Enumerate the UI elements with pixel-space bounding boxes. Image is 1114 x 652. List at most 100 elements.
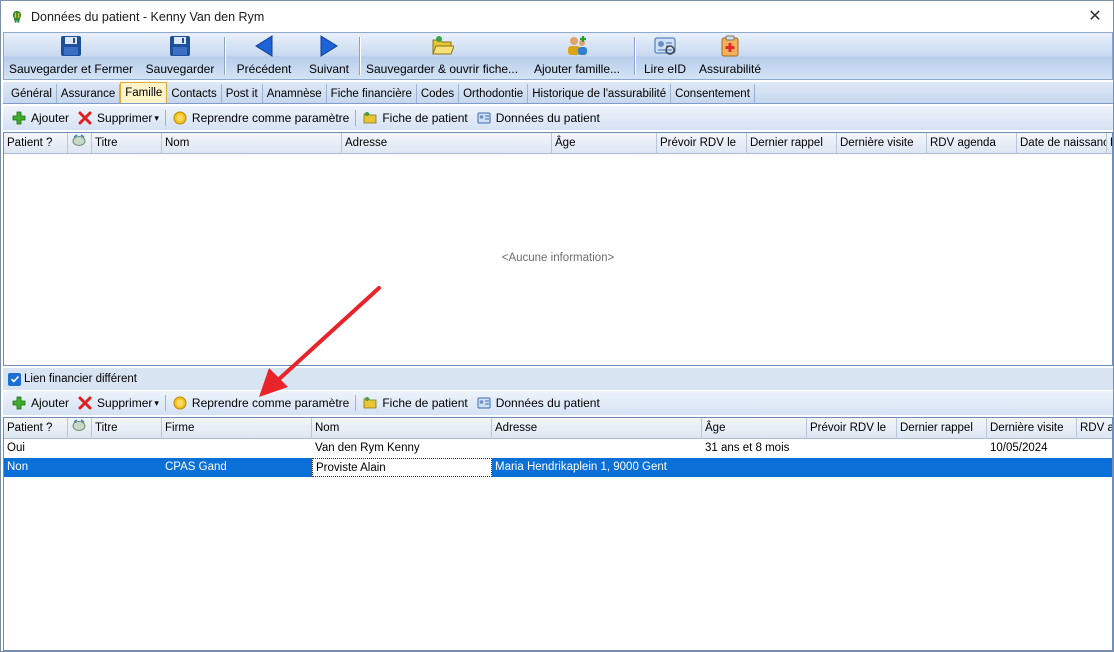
add-button[interactable]: Ajouter bbox=[7, 110, 73, 126]
cell-address: Maria Hendrikaplein 1, 9000 Gent bbox=[495, 461, 667, 473]
plus-icon bbox=[11, 395, 27, 411]
col-address[interactable]: Adresse bbox=[492, 418, 702, 439]
col-f[interactable]: F bbox=[1107, 133, 1112, 154]
delete-button[interactable]: Supprimer ▾ bbox=[73, 110, 163, 126]
tab-historique-assurabilite[interactable]: Historique de l'assurabilité bbox=[528, 84, 672, 103]
save-label: Sauvegarder bbox=[145, 62, 215, 76]
col-title[interactable]: Titre bbox=[92, 133, 162, 154]
save-open-file-button[interactable]: Sauvegarder & ouvrir fiche... bbox=[362, 33, 522, 79]
patient-file-label: Fiche de patient bbox=[382, 111, 468, 125]
table-row-selected[interactable]: Non CPAS Gand Proviste Alain Maria Hendr… bbox=[4, 458, 1112, 477]
insurability-button[interactable]: Assurabilité bbox=[693, 33, 767, 79]
actions-separator bbox=[164, 395, 166, 411]
arrow-left-icon bbox=[251, 33, 277, 58]
patient-data-label: Données du patient bbox=[495, 111, 600, 125]
col-age[interactable]: Âge bbox=[552, 133, 657, 154]
delete-button[interactable]: Supprimer ▾ bbox=[73, 395, 163, 411]
folder-icon bbox=[362, 395, 378, 411]
previous-button[interactable]: Précédent bbox=[227, 33, 301, 79]
family-grid[interactable]: Patient ? Titre Nom Adresse Âge Prévoir … bbox=[3, 132, 1113, 366]
financial-link-label[interactable]: Lien financier différent bbox=[24, 373, 137, 385]
main-toolbar: Sauvegarder et Fermer Sauvegarder Précéd… bbox=[3, 32, 1113, 80]
reuse-as-parameter-button[interactable]: Reprendre comme paramètre bbox=[168, 110, 353, 126]
close-icon: ✕ bbox=[1088, 8, 1102, 25]
col-agenda-appointment[interactable]: RDV agenda bbox=[927, 133, 1017, 154]
reuse-as-parameter-button[interactable]: Reprendre comme paramètre bbox=[168, 395, 353, 411]
col-last-visit[interactable]: Dernière visite bbox=[987, 418, 1077, 439]
col-recall-icon[interactable] bbox=[68, 418, 92, 439]
next-button[interactable]: Suivant bbox=[301, 33, 357, 79]
col-company[interactable]: Firme bbox=[162, 418, 312, 439]
toolbar-separator bbox=[634, 37, 635, 75]
save-icon bbox=[167, 33, 193, 58]
tab-strip: Général Assurance Famille Contacts Post … bbox=[3, 82, 1113, 104]
add-family-button[interactable]: Ajouter famille... bbox=[522, 33, 632, 79]
reuse-label: Reprendre comme paramètre bbox=[191, 396, 350, 410]
window-title: Données du patient - Kenny Van den Rym bbox=[31, 9, 265, 24]
tab-fiche-financiere[interactable]: Fiche financière bbox=[327, 84, 417, 103]
col-patient[interactable]: Patient ? bbox=[4, 418, 68, 439]
recall-icon bbox=[72, 134, 86, 146]
eid-card-icon bbox=[652, 33, 678, 58]
delete-x-icon bbox=[77, 395, 93, 411]
col-name[interactable]: Nom bbox=[162, 133, 342, 154]
folder-icon bbox=[362, 110, 378, 126]
col-age[interactable]: Âge bbox=[702, 418, 807, 439]
patient-data-button[interactable]: Données du patient bbox=[472, 395, 604, 411]
cell-company: CPAS Gand bbox=[165, 461, 227, 473]
save-and-close-button[interactable]: Sauvegarder et Fermer bbox=[4, 33, 138, 79]
cell-name[interactable]: Proviste Alain bbox=[312, 458, 492, 477]
family-grid-header: Patient ? Titre Nom Adresse Âge Prévoir … bbox=[4, 133, 1112, 154]
tab-anamnese[interactable]: Anamnèse bbox=[263, 84, 327, 103]
coin-icon bbox=[172, 395, 188, 411]
close-button[interactable]: ✕ bbox=[1085, 6, 1105, 26]
tab-orthodontie[interactable]: Orthodontie bbox=[459, 84, 529, 103]
actions-separator bbox=[355, 110, 357, 126]
read-eid-button[interactable]: Lire eID bbox=[637, 33, 693, 79]
financial-grid-header: Patient ? Titre Firme Nom Adresse Âge Pr… bbox=[4, 418, 1112, 439]
previous-label: Précédent bbox=[236, 62, 292, 76]
col-last-recall[interactable]: Dernier rappel bbox=[897, 418, 987, 439]
patient-data-button[interactable]: Données du patient bbox=[472, 110, 604, 126]
checkmark-icon bbox=[10, 375, 19, 383]
cell-name: Van den Rym Kenny bbox=[315, 442, 420, 454]
add-family-icon bbox=[564, 33, 590, 58]
medical-kit-icon bbox=[717, 33, 743, 58]
col-patient[interactable]: Patient ? bbox=[4, 133, 68, 154]
delete-label: Supprimer bbox=[97, 111, 153, 125]
col-plan-appointment[interactable]: Prévoir RDV le bbox=[657, 133, 747, 154]
coin-icon bbox=[172, 110, 188, 126]
financial-grid[interactable]: Patient ? Titre Firme Nom Adresse Âge Pr… bbox=[3, 417, 1113, 651]
col-last-recall[interactable]: Dernier rappel bbox=[747, 133, 837, 154]
chevron-down-icon: ▾ bbox=[154, 112, 159, 123]
patient-file-button[interactable]: Fiche de patient bbox=[358, 395, 471, 411]
recall-icon bbox=[72, 419, 86, 431]
patient-data-window: Données du patient - Kenny Van den Rym ✕… bbox=[0, 0, 1114, 652]
tab-famille[interactable]: Famille bbox=[120, 82, 168, 103]
tab-general[interactable]: Général bbox=[7, 84, 57, 103]
cell-age: 31 ans et 8 mois bbox=[705, 442, 790, 454]
tab-assurance[interactable]: Assurance bbox=[57, 84, 121, 103]
tab-contacts[interactable]: Contacts bbox=[167, 84, 222, 103]
col-plan-appointment[interactable]: Prévoir RDV le bbox=[807, 418, 897, 439]
reuse-label: Reprendre comme paramètre bbox=[191, 111, 350, 125]
patient-file-button[interactable]: Fiche de patient bbox=[358, 110, 471, 126]
insurability-label: Assurabilité bbox=[698, 62, 762, 76]
tab-consentement[interactable]: Consentement bbox=[671, 84, 755, 103]
add-button[interactable]: Ajouter bbox=[7, 395, 73, 411]
table-row[interactable]: Oui Van den Rym Kenny 31 ans et 8 mois 1… bbox=[4, 439, 1112, 458]
col-agenda-appointment[interactable]: RDV ag bbox=[1077, 418, 1112, 439]
col-birth-date[interactable]: Date de naissance bbox=[1017, 133, 1107, 154]
col-last-visit[interactable]: Dernière visite bbox=[837, 133, 927, 154]
col-address[interactable]: Adresse bbox=[342, 133, 552, 154]
col-name[interactable]: Nom bbox=[312, 418, 492, 439]
save-button[interactable]: Sauvegarder bbox=[138, 33, 222, 79]
tab-codes[interactable]: Codes bbox=[417, 84, 460, 103]
financial-link-checkbox[interactable] bbox=[8, 372, 21, 386]
col-title[interactable]: Titre bbox=[92, 418, 162, 439]
patient-data-label: Données du patient bbox=[495, 396, 600, 410]
tab-post-it[interactable]: Post it bbox=[222, 84, 263, 103]
arrow-right-icon bbox=[316, 33, 342, 58]
col-recall-icon[interactable] bbox=[68, 133, 92, 154]
patient-file-label: Fiche de patient bbox=[382, 396, 468, 410]
